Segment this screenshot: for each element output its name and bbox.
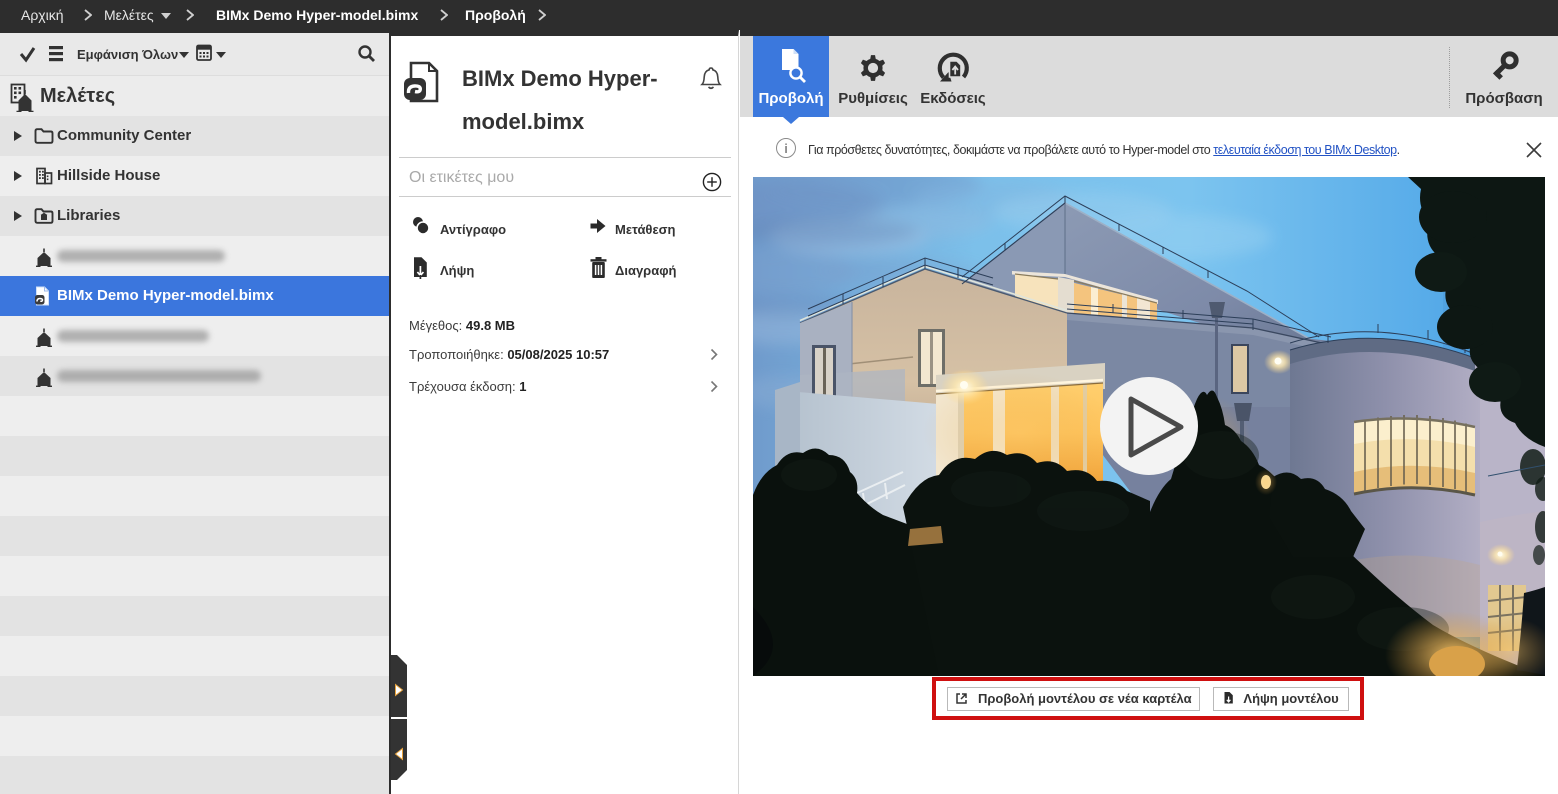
svg-text:Εμφάνιση Όλων: Εμφάνιση Όλων (77, 47, 178, 62)
